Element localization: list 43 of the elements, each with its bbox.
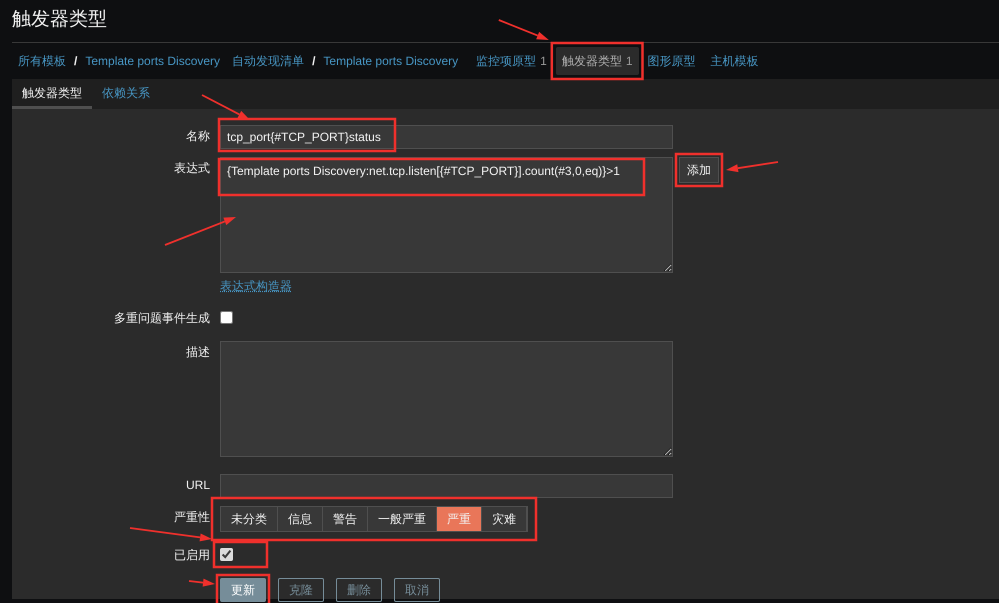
form-button[interactable]: 删除 xyxy=(336,578,382,602)
form-button[interactable]: 取消 xyxy=(394,578,440,602)
enabled-checkbox[interactable] xyxy=(220,548,233,561)
severity-option[interactable]: 警告 xyxy=(323,507,368,531)
nav-tab[interactable]: 监控项原型 1 xyxy=(470,47,553,75)
field-label: 表达式 xyxy=(174,161,210,175)
field-label: URL xyxy=(186,478,210,492)
field-label: 严重性 xyxy=(174,510,210,524)
severity-option[interactable]: 一般严重 xyxy=(368,507,437,531)
nav-tab[interactable]: 主机模板 xyxy=(704,47,764,75)
breadcrumb-separator: / xyxy=(312,53,316,70)
annotation-arrow xyxy=(164,217,236,246)
nav-tab[interactable]: 触发器类型 1 xyxy=(556,47,638,75)
field-label: 描述 xyxy=(186,345,210,359)
severity-option[interactable]: 灾难 xyxy=(482,507,527,531)
annotation-box xyxy=(674,152,724,188)
name-input[interactable]: tcp_port{#TCP_PORT}status xyxy=(220,125,673,149)
nav-tab[interactable]: 图形原型 xyxy=(642,47,702,75)
breadcrumb-separator: / xyxy=(74,53,78,70)
sub-tab[interactable]: 触发器类型 xyxy=(12,84,92,109)
annotation-arrow xyxy=(202,94,250,120)
expression-textarea[interactable]: {Template ports Discovery:net.tcp.listen[{#TCP_PORT}].count(#3,0,eq)}>1 xyxy=(220,157,673,273)
form-button[interactable]: 克隆 xyxy=(278,578,324,602)
form-button[interactable]: 更新 xyxy=(220,578,266,602)
field-label: 已启用 xyxy=(174,548,210,562)
page-title: 触发器类型 xyxy=(12,9,107,30)
breadcrumb-link[interactable]: 自动发现清单 xyxy=(232,52,304,70)
add-button[interactable]: 添加 xyxy=(679,157,719,183)
breadcrumb-link[interactable]: Template ports Discovery xyxy=(85,52,220,70)
annotation-arrow xyxy=(188,578,215,587)
url-input[interactable] xyxy=(220,474,673,498)
multiple-events-checkbox[interactable] xyxy=(220,311,233,324)
annotation-arrow xyxy=(498,19,549,40)
annotation-box xyxy=(216,574,270,603)
breadcrumb-link[interactable]: Template ports Discovery xyxy=(323,52,458,70)
sub-tab[interactable]: 依赖关系 xyxy=(92,84,160,109)
expression-builder-link[interactable]: 表达式构造器 xyxy=(220,279,292,293)
field-label: 多重问题事件生成 xyxy=(114,311,210,325)
severity-option[interactable]: 未分类 xyxy=(221,507,278,531)
severity-option[interactable]: 信息 xyxy=(278,507,323,531)
breadcrumb-link[interactable]: 所有模板 xyxy=(18,52,66,70)
field-label: 名称 xyxy=(186,129,210,143)
annotation-arrow xyxy=(726,161,778,172)
